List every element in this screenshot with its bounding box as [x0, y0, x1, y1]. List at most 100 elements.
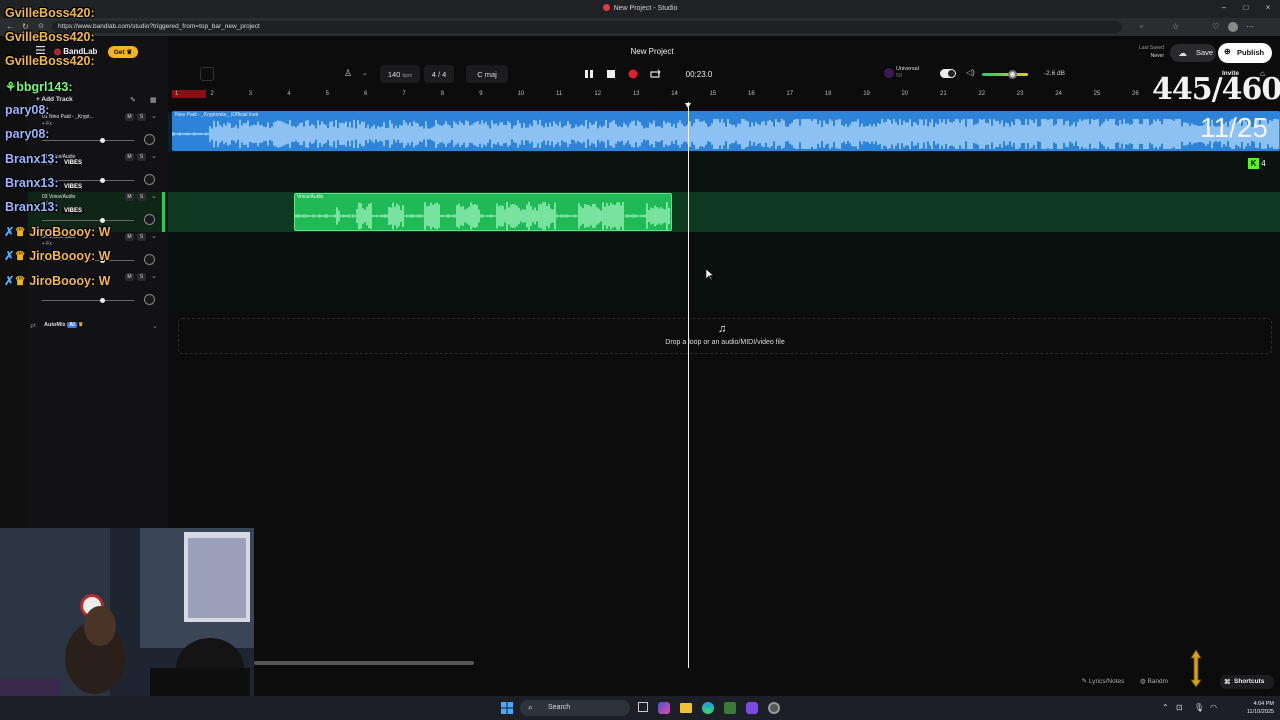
record-button[interactable] [624, 65, 642, 83]
taskbar-search[interactable]: ⌕ Search [520, 700, 630, 716]
track-volume-slider[interactable] [42, 140, 134, 141]
get-membership-button[interactable]: Get ♛ [108, 46, 138, 58]
chevron-down-icon[interactable]: ⌄ [151, 152, 157, 160]
maximize-icon[interactable]: □ [1240, 3, 1252, 15]
obs-icon[interactable] [768, 702, 780, 714]
speaker-icon[interactable]: ◁) [966, 68, 975, 77]
url-input[interactable]: https://www.bandlab.com/studio?triggered… [52, 21, 1122, 33]
track-pan-knob[interactable] [144, 294, 155, 305]
windows-start-icon[interactable] [501, 702, 513, 714]
tempo-field[interactable]: 140 bpm [380, 65, 420, 83]
add-track-button[interactable]: + Add Track [36, 96, 73, 103]
wifi-icon[interactable]: ◠ [1210, 703, 1217, 712]
solo-button[interactable]: S [137, 273, 146, 281]
ruler-bar-label: 15 [709, 91, 717, 97]
track-lane-5[interactable] [168, 272, 1280, 312]
mute-button[interactable]: M [125, 193, 134, 201]
track-pan-knob[interactable] [144, 214, 155, 225]
time-signature-field[interactable]: 4 / 4 [424, 65, 454, 83]
extension-icon[interactable]: ▫ [1140, 22, 1150, 32]
chevron-down-icon[interactable]: ⌄ [151, 232, 157, 240]
chevron-down-icon[interactable]: ⌄ [151, 272, 157, 280]
goal-counter-sub: 11/25 [1200, 112, 1268, 143]
grid-icon[interactable]: ▦ [150, 96, 157, 104]
pencil-icon[interactable]: ✎ [130, 96, 136, 104]
solo-button[interactable]: S [137, 153, 146, 161]
mute-button[interactable]: M [125, 233, 134, 241]
collections-icon[interactable]: ♡ [1212, 22, 1222, 32]
playhead-handle[interactable] [685, 103, 691, 108]
add-fx-button[interactable]: + Fx [42, 241, 52, 247]
loop-button[interactable] [646, 65, 664, 83]
playhead[interactable] [688, 102, 689, 668]
solo-button[interactable]: S [137, 233, 146, 241]
mastering-preset[interactable]: Universal 50 [896, 66, 919, 80]
automix-button[interactable]: AutoMix AI ♛ [44, 322, 83, 328]
ruler-bar-label: 11 [556, 91, 563, 97]
task-view-icon[interactable] [638, 702, 648, 712]
track-volume-knob[interactable] [100, 178, 105, 183]
stop-button[interactable] [602, 65, 620, 83]
ruler-bar-label: 10 [517, 91, 525, 97]
chat-message: GvilleBoss420: [5, 54, 95, 68]
command-icon: ⌘ [1224, 679, 1231, 686]
chevron-down-icon[interactable]: ⌄ [362, 69, 368, 77]
close-icon[interactable]: × [1262, 3, 1274, 15]
mute-button[interactable]: M [125, 113, 134, 121]
shortcuts-button[interactable]: ⌘ Shortcuts [1220, 675, 1274, 689]
publish-button[interactable]: ⊕ Publish [1218, 43, 1272, 63]
mute-button[interactable]: M [125, 273, 134, 281]
track-volume-knob[interactable] [100, 218, 105, 223]
chevron-down-icon[interactable]: ⌄ [151, 192, 157, 200]
track-pan-knob[interactable] [144, 174, 155, 185]
key-field[interactable]: C maj [466, 65, 508, 83]
chevron-down-icon[interactable]: ⌄ [152, 322, 158, 330]
project-title[interactable]: New Project [560, 47, 744, 56]
track-lane-2[interactable] [168, 152, 1280, 192]
more-menu-icon[interactable]: ⋯ [1246, 22, 1256, 32]
hamburger-menu-icon[interactable] [36, 46, 45, 54]
bandmate-button[interactable]: ◍ Bandm [1140, 677, 1168, 685]
pause-button[interactable] [580, 65, 598, 83]
track-volume-slider[interactable] [42, 220, 134, 221]
ruler-bar-label: 21 [940, 91, 947, 97]
track-name[interactable]: 01 Nino Paid - _Krypt... [42, 114, 94, 120]
audio-clip-voice[interactable]: Voice/Audio [294, 193, 672, 231]
profile-avatar[interactable] [1228, 22, 1238, 32]
mastering-toggle[interactable] [940, 69, 956, 78]
discord-icon[interactable] [746, 702, 758, 714]
edge-icon[interactable] [702, 702, 714, 714]
sidebar-toggle-icon[interactable] [200, 67, 214, 81]
favorite-icon[interactable]: ☆ [1172, 22, 1182, 32]
track-pan-knob[interactable] [144, 254, 155, 265]
minimize-icon[interactable]: – [1218, 3, 1230, 15]
mute-button[interactable]: M [125, 153, 134, 161]
copilot-icon[interactable] [658, 702, 670, 714]
audio-clip-instrumental[interactable]: Nino Paid - _Kryptonite_ (Official Instr [172, 111, 1280, 151]
file-explorer-icon[interactable] [680, 703, 692, 713]
track-pan-knob[interactable] [144, 134, 155, 145]
ruler-bar-label: 2 [210, 91, 214, 97]
solo-button[interactable]: S [137, 113, 146, 121]
track-lane-4[interactable] [168, 232, 1280, 272]
track-volume-slider[interactable] [42, 300, 134, 301]
track-volume-knob[interactable] [100, 298, 105, 303]
chevron-down-icon[interactable]: ⌄ [151, 112, 157, 120]
horizontal-scrollbar[interactable] [254, 661, 474, 665]
track-volume-knob[interactable] [100, 138, 105, 143]
save-button[interactable]: ☁ Save [1170, 44, 1216, 62]
music-file-icon: ♫ [718, 323, 727, 335]
lyrics-notes-button[interactable]: ✎ Lyrics/Notes [1072, 677, 1134, 689]
tray-chevron-icon[interactable]: ⌃ [1162, 703, 1169, 712]
metronome-icon[interactable]: ♙ [344, 68, 352, 79]
solo-button[interactable]: S [137, 193, 146, 201]
timeline-ruler[interactable] [168, 88, 1280, 102]
taskbar-clock[interactable]: 4:04 PM 11/10/2025 [1234, 700, 1274, 716]
network-icon[interactable]: ⊡ [1176, 703, 1183, 712]
store-icon[interactable] [724, 702, 736, 714]
ruler-bar-label: 20 [901, 91, 909, 97]
master-volume-slider[interactable] [982, 70, 1028, 79]
selected-track-indicator [162, 192, 165, 232]
microphone-icon[interactable]: 🎙 [1194, 703, 1204, 712]
ruler-bar-label: 16 [748, 91, 755, 97]
